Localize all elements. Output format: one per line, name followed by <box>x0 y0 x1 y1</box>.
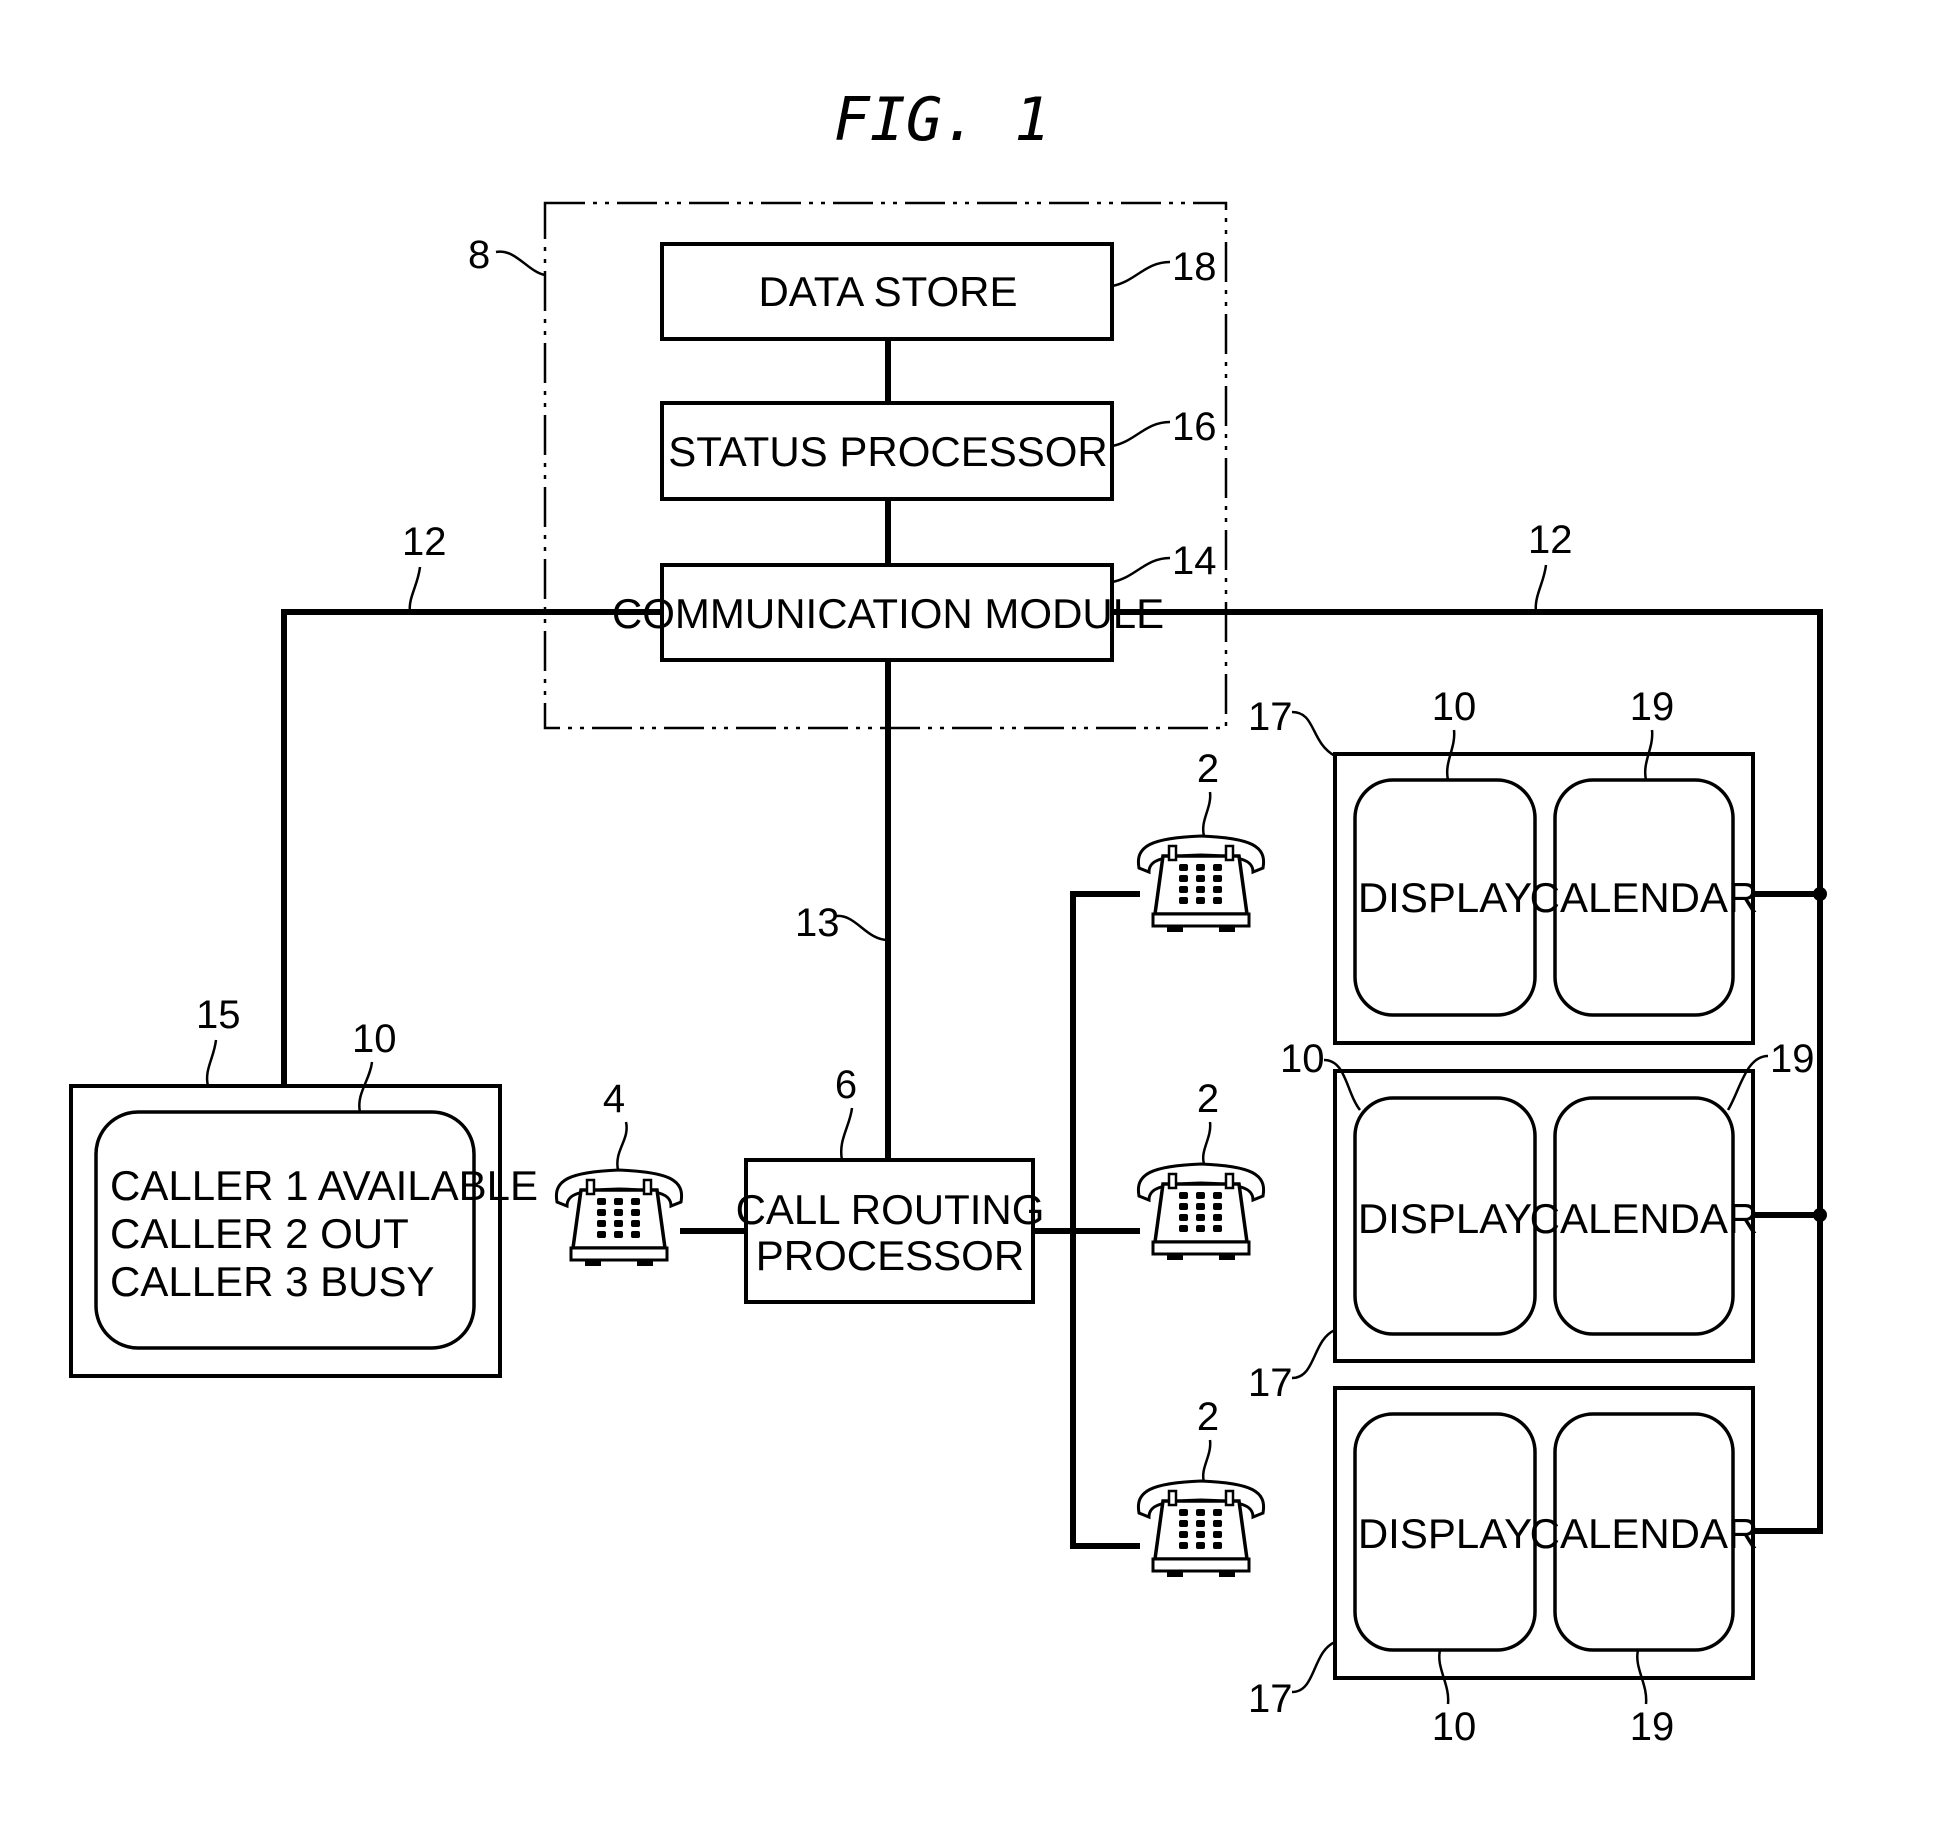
ref-user-phone-2: 2 <box>1197 1077 1219 1121</box>
leader-line <box>1534 564 1548 613</box>
ref-panel-1-display: 10 <box>1432 685 1477 729</box>
display-label: DISPLAY <box>1358 1510 1532 1557</box>
leader-line <box>1201 791 1212 837</box>
leader-line <box>1111 260 1171 288</box>
leader-line <box>495 250 546 277</box>
call-routing-label-line2: PROCESSOR <box>756 1232 1024 1279</box>
ref-terminal-display: 10 <box>352 1017 397 1061</box>
desk-panel[interactable]: DISPLAY CALENDAR <box>1333 1069 1759 1363</box>
ref-panel-2: 17 <box>1248 1361 1293 1405</box>
ref-network-left: 12 <box>402 520 447 564</box>
ref-caller-phone: 4 <box>603 1077 625 1121</box>
call-routing-label-line1: CALL ROUTING <box>736 1186 1045 1233</box>
leader-line <box>205 1039 218 1087</box>
user-telephone-icon[interactable] <box>1136 834 1266 934</box>
junction-dot <box>1813 1208 1827 1222</box>
network-link-left <box>281 609 662 1086</box>
calendar-label: CALENDAR <box>1530 1510 1759 1557</box>
user-telephone-icon[interactable] <box>1136 1162 1266 1262</box>
display-label: DISPLAY <box>1358 874 1532 921</box>
ref-status-processor: 16 <box>1172 405 1217 449</box>
leader-line <box>1291 710 1336 758</box>
ref-terminal: 15 <box>196 993 241 1037</box>
status-terminal[interactable]: CALLER 1 AVAILABLE CALLER 2 OUT CALLER 3… <box>69 1084 538 1378</box>
ref-system-boundary: 8 <box>468 233 490 277</box>
ref-user-phone-3: 2 <box>1197 1395 1219 1439</box>
ref-user-phone-1: 2 <box>1197 747 1219 791</box>
ref-data-store: 18 <box>1172 245 1217 289</box>
desk-panel[interactable]: DISPLAY CALENDAR <box>1333 1386 1759 1680</box>
call-routing-processor-block[interactable]: CALL ROUTING PROCESSOR <box>736 1158 1045 1304</box>
leader-line <box>616 1121 628 1171</box>
data-store-block[interactable]: DATA STORE <box>660 242 1114 341</box>
calendar-label: CALENDAR <box>1530 874 1759 921</box>
patent-figure: FIG. 1 8 DATA STORE 18 STATUS PROCESSOR … <box>69 85 1827 1749</box>
communication-module-block[interactable]: COMMUNICATION MODULE <box>612 563 1164 662</box>
leader-line <box>1201 1439 1212 1483</box>
leader-line <box>1291 1640 1336 1694</box>
leader-line <box>835 914 889 942</box>
leader-line <box>1201 1121 1212 1165</box>
leader-line <box>839 1107 854 1161</box>
communication-module-label: COMMUNICATION MODULE <box>612 590 1164 637</box>
status-processor-label: STATUS PROCESSOR <box>668 428 1108 475</box>
ref-panel-3-calendar: 19 <box>1630 1705 1675 1749</box>
leader-line <box>1291 1328 1336 1380</box>
user-telephone-icon[interactable] <box>1136 1479 1266 1579</box>
figure-title: FIG. 1 <box>834 85 1051 155</box>
ref-routing-link: 13 <box>795 901 840 945</box>
junction-dot <box>1813 887 1827 901</box>
ref-panel-1-calendar: 19 <box>1630 685 1675 729</box>
terminal-line-1: CALLER 1 AVAILABLE <box>110 1162 538 1209</box>
ref-panel-2-calendar: 19 <box>1770 1037 1815 1081</box>
phone-bus <box>1070 891 1140 1549</box>
terminal-line-2: CALLER 2 OUT <box>110 1210 409 1257</box>
ref-panel-2-display: 10 <box>1280 1037 1325 1081</box>
terminal-line-3: CALLER 3 BUSY <box>110 1258 434 1305</box>
calendar-label: CALENDAR <box>1530 1195 1759 1242</box>
ref-panel-3-display: 10 <box>1432 1705 1477 1749</box>
ref-panel-1: 17 <box>1248 695 1293 739</box>
leader-line <box>408 566 422 613</box>
leader-line <box>1111 556 1171 584</box>
display-label: DISPLAY <box>1358 1195 1532 1242</box>
caller-telephone-icon[interactable] <box>554 1168 684 1268</box>
ref-network-right: 12 <box>1528 518 1573 562</box>
ref-panel-3: 17 <box>1248 1677 1293 1721</box>
leader-line <box>1111 420 1171 448</box>
ref-communication-module: 14 <box>1172 539 1217 583</box>
data-store-label: DATA STORE <box>758 268 1017 315</box>
status-processor-block[interactable]: STATUS PROCESSOR <box>660 401 1114 501</box>
ref-call-routing: 6 <box>835 1063 857 1107</box>
desk-panel[interactable]: DISPLAY CALENDAR <box>1333 752 1759 1045</box>
